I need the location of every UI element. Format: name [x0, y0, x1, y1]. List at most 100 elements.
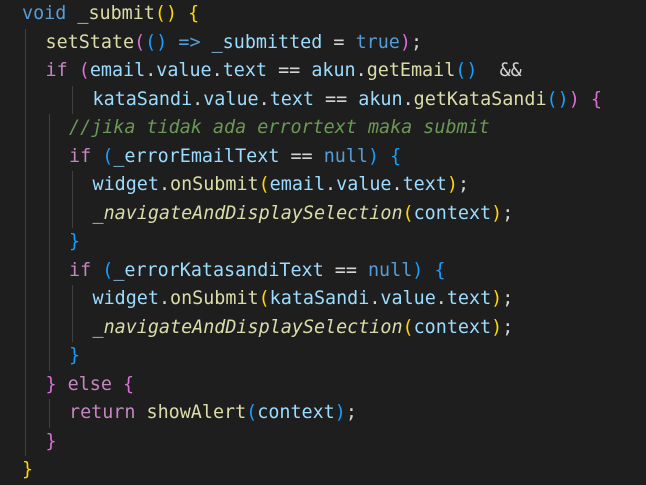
code-token: void	[22, 3, 67, 24]
code-token: akun	[358, 88, 403, 110]
indent-guide	[25, 85, 26, 114]
code-token: )	[334, 402, 346, 423]
code-token: context	[413, 202, 492, 224]
code-token: {	[123, 373, 135, 395]
code-token: (	[402, 316, 414, 338]
code-token: //jika tidak ada errortext maka submit	[69, 117, 490, 138]
code-line[interactable]: if (_errorEmailText == null) {	[0, 142, 646, 172]
code-token: )	[491, 202, 503, 224]
code-token: &&	[477, 60, 522, 81]
code-token: text	[269, 88, 314, 110]
code-token: _submit	[77, 3, 155, 24]
code-line[interactable]: }	[0, 456, 646, 485]
code-line[interactable]: setState(() => _submitted = true);	[0, 28, 646, 57]
code-token: ;	[457, 174, 470, 195]
code-token: null	[323, 145, 368, 167]
code-token: ;	[502, 202, 514, 224]
code-line[interactable]: widget.onSubmit(kataSandi.value.text);	[0, 285, 646, 314]
indent-guide	[48, 285, 50, 314]
indent-guide	[25, 370, 26, 399]
code-token: )	[399, 31, 411, 53]
indent-guide	[48, 199, 50, 228]
code-line-content: //jika tidak ada errortext maka submit	[69, 114, 490, 143]
code-token: ()	[154, 3, 178, 24]
code-token: akun	[311, 60, 356, 81]
code-token: value	[203, 88, 259, 110]
code-token: onSubmit	[170, 288, 259, 309]
code-token: (	[134, 31, 146, 53]
code-token: widget	[92, 174, 159, 195]
code-token: _errorKatasandiText	[113, 259, 324, 281]
code-token: }	[45, 373, 57, 395]
code-line[interactable]: void _submit() {	[0, 0, 646, 29]
code-line-content: widget.onSubmit(kataSandi.value.text);	[93, 285, 514, 314]
code-token: )	[491, 288, 503, 309]
code-line[interactable]: if (email.value.text == akun.getEmail() …	[0, 57, 646, 86]
code-token: .	[355, 60, 367, 81]
code-token: )	[368, 145, 380, 167]
code-line[interactable]: }	[0, 342, 646, 371]
code-token: }	[22, 459, 34, 480]
indent-guide	[72, 285, 73, 314]
code-token: .	[192, 88, 204, 110]
code-token: email	[269, 174, 326, 195]
code-token: )	[412, 259, 424, 281]
indent-guide	[48, 228, 50, 257]
code-token: value	[336, 174, 392, 195]
code-token: email	[89, 60, 146, 81]
code-line-content: }	[22, 456, 33, 485]
code-line-content: if (email.value.text == akun.getEmail() …	[46, 57, 522, 86]
code-line-content: }	[69, 342, 80, 371]
indent-guide	[48, 114, 50, 143]
code-line[interactable]: kataSandi.value.text == akun.getKataSand…	[0, 85, 646, 114]
code-line[interactable]: } else {	[0, 370, 646, 399]
code-token: setState	[45, 31, 135, 53]
code-token: ;	[410, 31, 423, 53]
indent-guide	[48, 256, 50, 285]
indent-guide	[25, 28, 26, 57]
code-line[interactable]: _navigateAndDisplaySelection(context);	[0, 199, 646, 228]
code-token: ;	[502, 288, 514, 309]
code-token: ()	[455, 60, 478, 81]
code-token: ()	[145, 31, 168, 53]
code-line[interactable]: //jika tidak ada errortext maka submit	[0, 114, 646, 143]
code-token: )	[491, 316, 503, 338]
code-token: }	[45, 430, 57, 452]
code-line[interactable]: _navigateAndDisplaySelection(context);	[0, 313, 646, 342]
indent-guide	[25, 313, 26, 342]
code-token: (	[258, 174, 270, 195]
code-line[interactable]: if (_errorKatasandiText == null) {	[0, 256, 646, 285]
code-token: else	[67, 373, 112, 395]
code-token: true	[355, 31, 400, 53]
code-token: onSubmit	[170, 174, 259, 195]
code-line[interactable]: }	[0, 427, 646, 456]
code-token: showAlert	[146, 402, 247, 423]
code-token: {	[390, 145, 402, 167]
indent-guide	[72, 171, 73, 200]
indent-guide	[25, 57, 26, 86]
code-token: }	[69, 231, 81, 252]
indent-guide	[25, 199, 26, 228]
code-editor[interactable]: void _submit() {setState(() => _submitte…	[0, 0, 646, 481]
indent-guide	[25, 228, 26, 257]
code-line[interactable]: return showAlert(context);	[0, 399, 646, 428]
code-token: widget	[92, 288, 159, 309]
code-token: (	[78, 60, 90, 81]
code-line-content: if (_errorEmailText == null) {	[69, 143, 401, 172]
code-line-content: widget.onSubmit(email.value.text);	[93, 171, 470, 200]
code-line[interactable]: widget.onSubmit(email.value.text);	[0, 171, 646, 200]
indent-guide	[72, 313, 73, 342]
code-token: (	[102, 259, 114, 281]
code-token: ==	[323, 259, 368, 281]
code-line[interactable]: }	[0, 228, 646, 257]
indent-guide	[48, 342, 50, 371]
